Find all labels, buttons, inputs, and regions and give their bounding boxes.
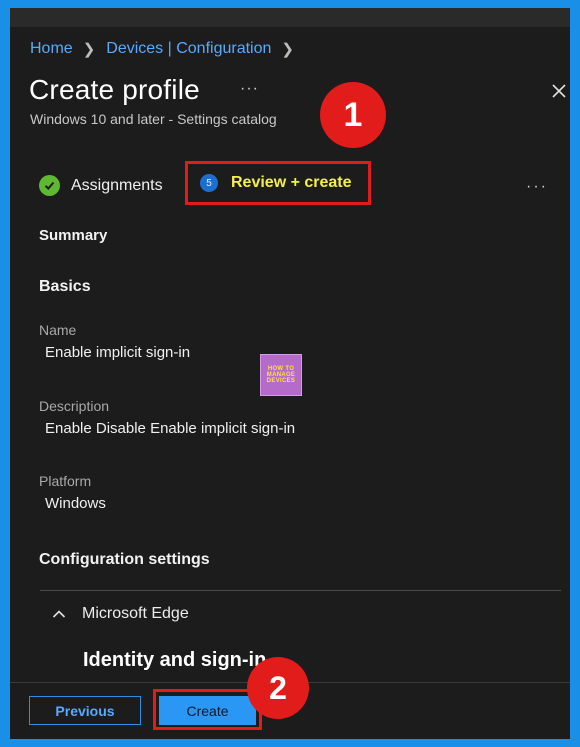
breadcrumb-devices-configuration-link[interactable]: Devices | Configuration [106, 40, 271, 58]
name-label: Name [39, 322, 77, 338]
wizard-more-options-button[interactable]: ··· [526, 178, 548, 196]
create-profile-panel: Home ❯ Devices | Configuration ❯ Create … [10, 8, 570, 739]
chevron-up-icon [52, 610, 66, 618]
platform-value: Windows [45, 495, 106, 512]
configuration-settings-heading: Configuration settings [39, 551, 210, 568]
basics-heading: Basics [39, 278, 91, 295]
wizard-step-assignments-label: Assignments [71, 176, 163, 194]
breadcrumb-chevron-icon: ❯ [82, 41, 96, 58]
annotation-badge-1: 1 [320, 82, 386, 148]
description-label: Description [39, 398, 110, 414]
create-button[interactable]: Create [159, 696, 256, 725]
how-to-manage-devices-logo: HOW TO MANAGE DEVICES [260, 354, 302, 396]
wizard-step-review-create[interactable]: 5 Review + create [185, 161, 371, 205]
summary-heading: Summary [39, 227, 108, 244]
page-title: Create profile [29, 74, 200, 105]
divider [40, 590, 561, 591]
platform-label: Platform [39, 473, 92, 489]
microsoft-edge-group-label: Microsoft Edge [82, 605, 189, 622]
wizard-step-review-create-label: Review + create [231, 174, 352, 191]
wizard-step-assignments[interactable]: Assignments [39, 175, 163, 196]
breadcrumb-chevron-icon: ❯ [281, 41, 294, 58]
annotation-badge-2: 2 [247, 657, 309, 719]
description-value: Enable Disable Enable implicit sign-in [45, 420, 296, 437]
close-icon[interactable] [550, 82, 568, 100]
page-subtitle: Windows 10 and later - Settings catalog [30, 111, 277, 127]
top-strip [10, 8, 570, 27]
breadcrumb: Home ❯ Devices | Configuration ❯ [30, 40, 305, 58]
previous-button[interactable]: Previous [29, 696, 141, 725]
name-value: Enable implicit sign-in [45, 344, 191, 361]
microsoft-edge-group-toggle[interactable]: Microsoft Edge [52, 605, 189, 623]
check-circle-icon [39, 175, 60, 196]
identity-sign-in-heading: Identity and sign-in [83, 649, 267, 671]
step-number-icon: 5 [200, 174, 218, 192]
breadcrumb-home-link[interactable]: Home [30, 40, 73, 58]
title-more-options-button[interactable]: ··· [240, 80, 259, 98]
